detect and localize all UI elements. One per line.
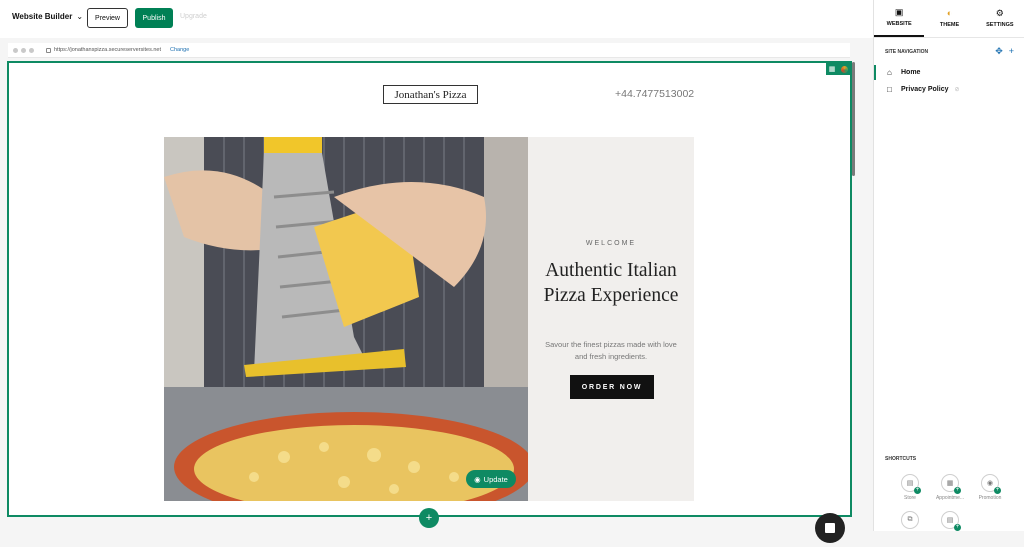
form-icon: ▤ + bbox=[941, 511, 961, 531]
shortcut-label: Promotion bbox=[978, 495, 1002, 501]
publish-button[interactable]: Publish bbox=[135, 8, 173, 28]
shortcut-promotion[interactable]: ◉ + Promotion bbox=[972, 474, 1008, 510]
hero-photo-illustration bbox=[164, 137, 528, 501]
change-domain-link[interactable]: Change bbox=[170, 47, 189, 53]
calendar-icon: ▦ + bbox=[941, 474, 961, 494]
tab-settings[interactable]: ⚙ SETTINGS bbox=[975, 0, 1024, 37]
window-dot bbox=[13, 47, 18, 53]
shortcut-label: Appointme... bbox=[935, 495, 965, 501]
shortcut-appointments[interactable]: ▦ + Appointme... bbox=[932, 474, 968, 510]
right-panel: ▣ WEBSITE ◐ THEME ⚙ SETTINGS SITE NAVIGA… bbox=[873, 0, 1024, 531]
page-item-home[interactable]: ⌂ Home bbox=[874, 65, 1024, 80]
move-icon[interactable]: ✥ bbox=[995, 46, 1003, 57]
tab-theme[interactable]: ◐ THEME bbox=[924, 0, 974, 37]
page-item-privacy-policy[interactable]: □ Privacy Policy ⊘ bbox=[874, 82, 1024, 97]
hero-image[interactable] bbox=[164, 137, 528, 501]
site-navigation-heading: SITE NAVIGATION bbox=[885, 49, 929, 55]
tab-theme-label: THEME bbox=[939, 22, 960, 28]
plus-icon: + bbox=[994, 487, 1001, 494]
palette-icon[interactable] bbox=[840, 65, 848, 73]
canvas-scrollbar[interactable] bbox=[852, 62, 855, 176]
site-logo[interactable]: Jonathan's Pizza bbox=[383, 85, 478, 104]
add-page-icon[interactable]: + bbox=[1009, 46, 1014, 57]
update-image-button[interactable]: ◉ Update bbox=[466, 470, 516, 488]
hero-text-panel: WELCOME Authentic Italian Pizza Experien… bbox=[528, 137, 694, 501]
gear-icon: ⚙ bbox=[995, 8, 1004, 18]
chat-icon bbox=[825, 523, 835, 533]
tag-icon: ◉ + bbox=[981, 474, 1001, 494]
add-section-button[interactable]: + bbox=[419, 508, 439, 528]
hero-eyebrow[interactable]: WELCOME bbox=[528, 240, 694, 247]
plus-icon: + bbox=[914, 487, 921, 494]
plus-icon: + bbox=[954, 524, 961, 531]
layout-switch-icon[interactable]: ▦ bbox=[826, 63, 838, 75]
browser-bar: https://jonathanspizza.secureserversites… bbox=[8, 43, 850, 58]
chat-widget-button[interactable] bbox=[815, 513, 845, 543]
chevron-down-icon: ⌄ bbox=[76, 12, 84, 21]
header-phone[interactable]: +44.7477513002 bbox=[615, 88, 694, 100]
hero-title[interactable]: Authentic Italian Pizza Experience bbox=[528, 258, 694, 308]
nav-actions: ✥ + bbox=[995, 46, 1014, 57]
window-dot bbox=[21, 47, 26, 53]
camera-icon: ◉ bbox=[474, 474, 481, 484]
tab-settings-label: SETTINGS bbox=[986, 22, 1014, 28]
preview-button[interactable]: Preview bbox=[87, 8, 128, 28]
shortcuts-heading: SHORTCUTS bbox=[885, 456, 917, 462]
top-toolbar: Website Builder ⌄ Preview Publish Upgrad… bbox=[0, 0, 873, 38]
shortcut-label: Store bbox=[904, 495, 916, 501]
shortcut-store[interactable]: ▤ + Store bbox=[892, 474, 928, 510]
window-dot bbox=[29, 47, 34, 53]
website-builder-label: Website Builder bbox=[12, 12, 73, 21]
tab-website[interactable]: ▣ WEBSITE bbox=[874, 0, 925, 37]
hero-subtitle[interactable]: Savour the finest pizzas made with love … bbox=[542, 339, 680, 363]
website-builder-menu[interactable]: Website Builder ⌄ bbox=[12, 12, 83, 21]
page-item-label: Privacy Policy bbox=[901, 86, 949, 93]
site-canvas[interactable]: ▦ Jonathan's Pizza +44.7477513002 WELCOM… bbox=[7, 61, 852, 517]
palette-icon: ◐ bbox=[946, 8, 953, 18]
lock-icon bbox=[46, 47, 51, 53]
section-tools: ▦ bbox=[826, 63, 850, 75]
copy-icon: ⧉ bbox=[901, 511, 919, 529]
upgrade-button[interactable]: Upgrade bbox=[180, 13, 207, 20]
home-icon: ⌂ bbox=[887, 68, 892, 77]
shortcut-copy[interactable]: ⧉ bbox=[892, 511, 928, 547]
tab-website-label: WEBSITE bbox=[886, 21, 912, 27]
hidden-page-icon: ⊘ bbox=[954, 87, 960, 93]
url-display: https://jonathanspizza.secureserversites… bbox=[46, 47, 161, 53]
page-item-label: Home bbox=[901, 69, 921, 76]
order-now-button[interactable]: ORDER NOW bbox=[570, 375, 654, 399]
layout-icon: ▣ bbox=[894, 7, 904, 17]
store-icon: ▤ + bbox=[901, 474, 921, 494]
site-url: https://jonathanspizza.secureserversites… bbox=[54, 47, 162, 53]
plus-icon: + bbox=[954, 487, 961, 494]
shortcut-form[interactable]: ▤ + bbox=[932, 511, 968, 547]
page-icon: □ bbox=[887, 85, 892, 94]
update-label: Update bbox=[483, 474, 508, 484]
panel-tabs: ▣ WEBSITE ◐ THEME ⚙ SETTINGS bbox=[874, 0, 1024, 38]
plus-icon: + bbox=[425, 512, 433, 524]
window-dots bbox=[13, 47, 34, 53]
